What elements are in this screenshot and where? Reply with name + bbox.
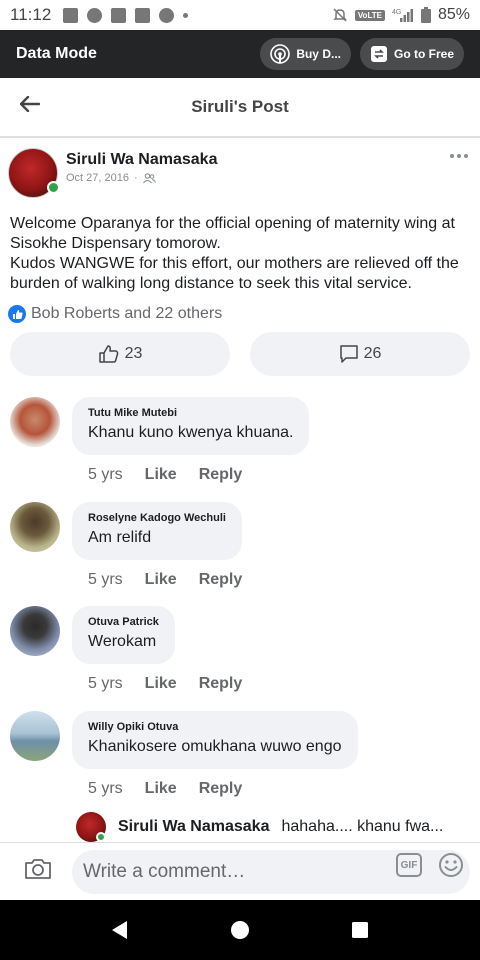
comment-age: 5 yrs xyxy=(88,780,123,797)
reply-preview[interactable]: Siruli Wa Namasaka hahaha.... khanu fwa.… xyxy=(76,812,443,842)
back-arrow-icon[interactable] xyxy=(20,96,40,112)
more-notifications-icon xyxy=(183,12,189,18)
meta-separator: · xyxy=(134,172,138,184)
go-to-free-label: Go to Free xyxy=(393,47,454,61)
comment-reply-button[interactable]: Reply xyxy=(199,571,243,589)
comment-composer: Write a comment… GIF xyxy=(0,842,480,900)
comment-text: Khanikosere omukhana wuwo engo xyxy=(88,738,342,755)
comment-bubble: Otuva Patrick Werokam xyxy=(72,606,175,664)
opera-notification-icon xyxy=(159,7,175,23)
commenter-name[interactable]: Tutu Mike Mutebi xyxy=(88,407,293,419)
comment-actions: 5 yrs Like Reply xyxy=(88,780,242,798)
comment-text: Werokam xyxy=(88,633,157,650)
reply-author-avatar xyxy=(76,812,106,842)
home-nav-icon[interactable] xyxy=(230,920,250,940)
comment-actions: 5 yrs Like Reply xyxy=(88,571,242,589)
comment-bubble: Roselyne Kadogo Wechuli Am relifd xyxy=(72,502,242,560)
whatsapp-notification-icon xyxy=(87,7,103,23)
recents-nav-icon[interactable] xyxy=(350,920,370,940)
comment-text: Am relifd xyxy=(88,529,152,546)
post-meta: Oct 27, 2016 · xyxy=(66,172,156,184)
comment-count: 26 xyxy=(363,345,382,362)
commenter-avatar[interactable] xyxy=(10,606,60,656)
switch-icon xyxy=(370,46,387,62)
commenter-avatar[interactable] xyxy=(10,502,60,552)
comment-like-button[interactable]: Like xyxy=(145,675,177,693)
comment-text: Khanu kuno kwenya khuana. xyxy=(88,424,294,441)
author-name[interactable]: Siruli Wa Namasaka xyxy=(66,151,217,169)
clock: 11:12 xyxy=(10,5,52,24)
back-nav-icon[interactable] xyxy=(110,920,130,940)
online-status-icon xyxy=(47,181,60,194)
buy-data-button[interactable]: Buy D... xyxy=(260,38,351,70)
comment-reply-button[interactable]: Reply xyxy=(199,675,243,693)
buy-data-label: Buy D... xyxy=(296,47,341,61)
battery-icon xyxy=(420,7,431,23)
commenter-name[interactable]: Otuva Patrick xyxy=(88,616,159,628)
comment-icon xyxy=(339,345,358,363)
online-status-icon xyxy=(96,832,106,842)
comment-like-button[interactable]: Like xyxy=(145,571,177,589)
comment-like-button[interactable]: Like xyxy=(145,780,177,798)
signal-icon: 4G xyxy=(392,9,413,22)
like-count: 23 xyxy=(124,345,143,362)
network-type: 4G xyxy=(392,9,401,16)
comment-reply-button[interactable]: Reply xyxy=(199,780,243,798)
comment-reply-button[interactable]: Reply xyxy=(199,466,243,484)
facebook-notification-icon xyxy=(135,7,151,23)
page-title: Siruli's Post xyxy=(191,97,289,116)
friends-audience-icon xyxy=(142,172,156,183)
go-to-free-button[interactable]: Go to Free xyxy=(359,38,464,70)
more-options-icon[interactable] xyxy=(450,154,468,158)
comment-age: 5 yrs xyxy=(88,466,123,483)
emoji-icon[interactable] xyxy=(438,852,464,878)
comment-actions: 5 yrs Like Reply xyxy=(88,675,242,693)
post-text-line1: Welcome Oparanya for the official openin… xyxy=(10,215,455,252)
post-header: Siruli's Post xyxy=(0,78,480,138)
reply-author-name: Siruli Wa Namasaka xyxy=(118,818,270,835)
comment-age: 5 yrs xyxy=(88,571,123,588)
broadcast-icon xyxy=(270,44,291,64)
comment-bubble: Willy Opiki Otuva Khanikosere omukhana w… xyxy=(72,711,358,769)
reply-text: hahaha.... khanu fwa... xyxy=(281,818,444,835)
commenter-name[interactable]: Willy Opiki Otuva xyxy=(88,721,342,733)
mute-icon xyxy=(333,8,347,22)
commenter-avatar[interactable] xyxy=(10,397,60,447)
post-text-line2: Kudos WANGWE for this effort, our mother… xyxy=(10,255,459,292)
like-reaction-icon xyxy=(8,305,26,323)
data-mode-bar: Data Mode Buy D... Go to Free xyxy=(0,30,480,78)
reactions-summary[interactable]: Bob Roberts and 22 others xyxy=(8,305,222,323)
volte-badge: VoLTE xyxy=(354,9,385,21)
commenter-avatar[interactable] xyxy=(10,711,60,761)
camera-icon[interactable] xyxy=(24,857,52,881)
gif-button[interactable]: GIF xyxy=(396,853,422,877)
data-mode-title: Data Mode xyxy=(16,45,97,62)
comment-bubble: Tutu Mike Mutebi Khanu kuno kwenya khuan… xyxy=(72,397,310,455)
gallery-notification-icon xyxy=(63,7,79,23)
like-button[interactable]: 23 xyxy=(10,332,230,376)
news-notification-icon xyxy=(111,7,127,23)
commenter-name[interactable]: Roselyne Kadogo Wechuli xyxy=(88,512,226,524)
battery-percent: 85% xyxy=(437,6,470,23)
reactions-text: Bob Roberts and 22 others xyxy=(31,305,223,322)
comment-like-button[interactable]: Like xyxy=(145,466,177,484)
thumbs-up-icon xyxy=(98,345,118,363)
comment-age: 5 yrs xyxy=(88,675,123,692)
post-body: Welcome Oparanya for the official openin… xyxy=(10,214,472,294)
post-date[interactable]: Oct 27, 2016 xyxy=(66,172,129,184)
system-nav-bar xyxy=(0,900,480,960)
comment-placeholder: Write a comment… xyxy=(83,861,246,882)
comment-actions: 5 yrs Like Reply xyxy=(88,466,242,484)
status-bar: 11:12 VoLTE 4G 85% xyxy=(0,0,480,30)
comment-button[interactable]: 26 xyxy=(250,332,470,376)
